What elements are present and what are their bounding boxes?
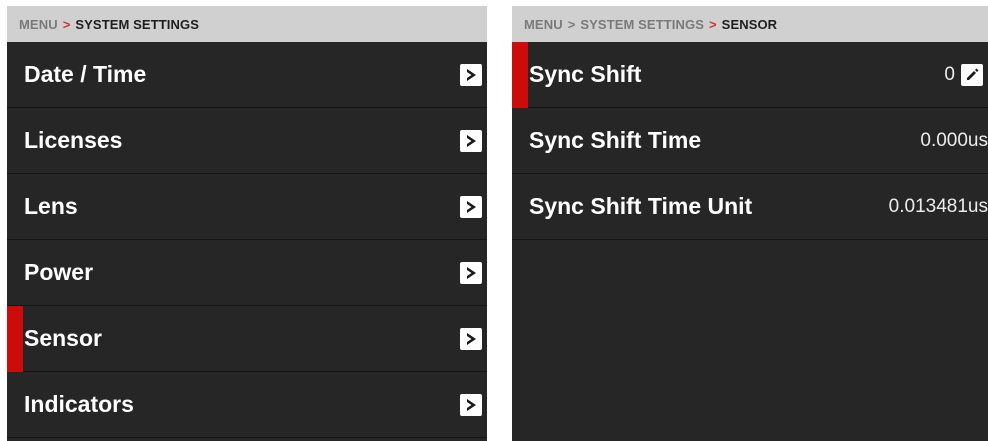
setting-label: Sync Shift [529,61,642,87]
breadcrumb-current: SYSTEM SETTINGS [75,16,199,32]
setting-label: Sync Shift Time Unit [529,193,753,219]
breadcrumb: MENU > SYSTEM SETTINGS > SENSOR [512,6,988,42]
menu-item-label: Licenses [24,127,123,153]
menu-item-label: Power [24,259,94,285]
breadcrumb-menu[interactable]: MENU [19,17,58,32]
setting-value: 0.000us [920,130,988,151]
chevron-right-icon[interactable] [460,64,482,86]
menu-item-indicators[interactable]: Indicators [7,372,487,438]
breadcrumb: MENU > SYSTEM SETTINGS [7,6,487,42]
chevron-right-icon[interactable] [460,130,482,152]
menu-item-power[interactable]: Power [7,240,487,306]
menu-item-label: Indicators [24,391,134,417]
breadcrumb-separator: > [708,16,717,32]
setting-sync-shift-time-unit[interactable]: Sync Shift Time Unit 0.013481us [512,174,988,240]
setting-sync-shift[interactable]: Sync Shift 0 [512,42,988,108]
system-settings-panel: MENU > SYSTEM SETTINGS Date / Time Licen… [7,6,487,441]
menu-item-lens[interactable]: Lens [7,174,487,240]
setting-value: 0.013481us [888,196,988,217]
setting-sync-shift-time[interactable]: Sync Shift Time 0.000us [512,108,988,174]
breadcrumb-separator: > [567,16,576,32]
selection-indicator [512,42,528,108]
breadcrumb-system-settings[interactable]: SYSTEM SETTINGS [580,17,704,32]
sensor-settings-panel: MENU > SYSTEM SETTINGS > SENSOR Sync Shi… [512,6,988,441]
menu-item-date-time[interactable]: Date / Time [7,42,487,108]
chevron-right-icon[interactable] [460,196,482,218]
setting-value-group: 0 [944,42,988,108]
menu-item-label: Lens [24,193,78,219]
breadcrumb-menu[interactable]: MENU [524,17,563,32]
pencil-icon[interactable] [961,64,983,86]
selection-indicator [7,306,23,372]
breadcrumb-current: SENSOR [721,16,778,32]
setting-value: 0 [944,64,955,85]
menu-item-licenses[interactable]: Licenses [7,108,487,174]
menu-item-sensor[interactable]: Sensor [7,306,487,372]
chevron-right-icon[interactable] [460,328,482,350]
breadcrumb-separator: > [62,16,71,32]
setting-label: Sync Shift Time [529,127,702,153]
chevron-right-icon[interactable] [460,262,482,284]
chevron-right-icon[interactable] [460,394,482,416]
menu-item-label: Date / Time [24,61,147,87]
